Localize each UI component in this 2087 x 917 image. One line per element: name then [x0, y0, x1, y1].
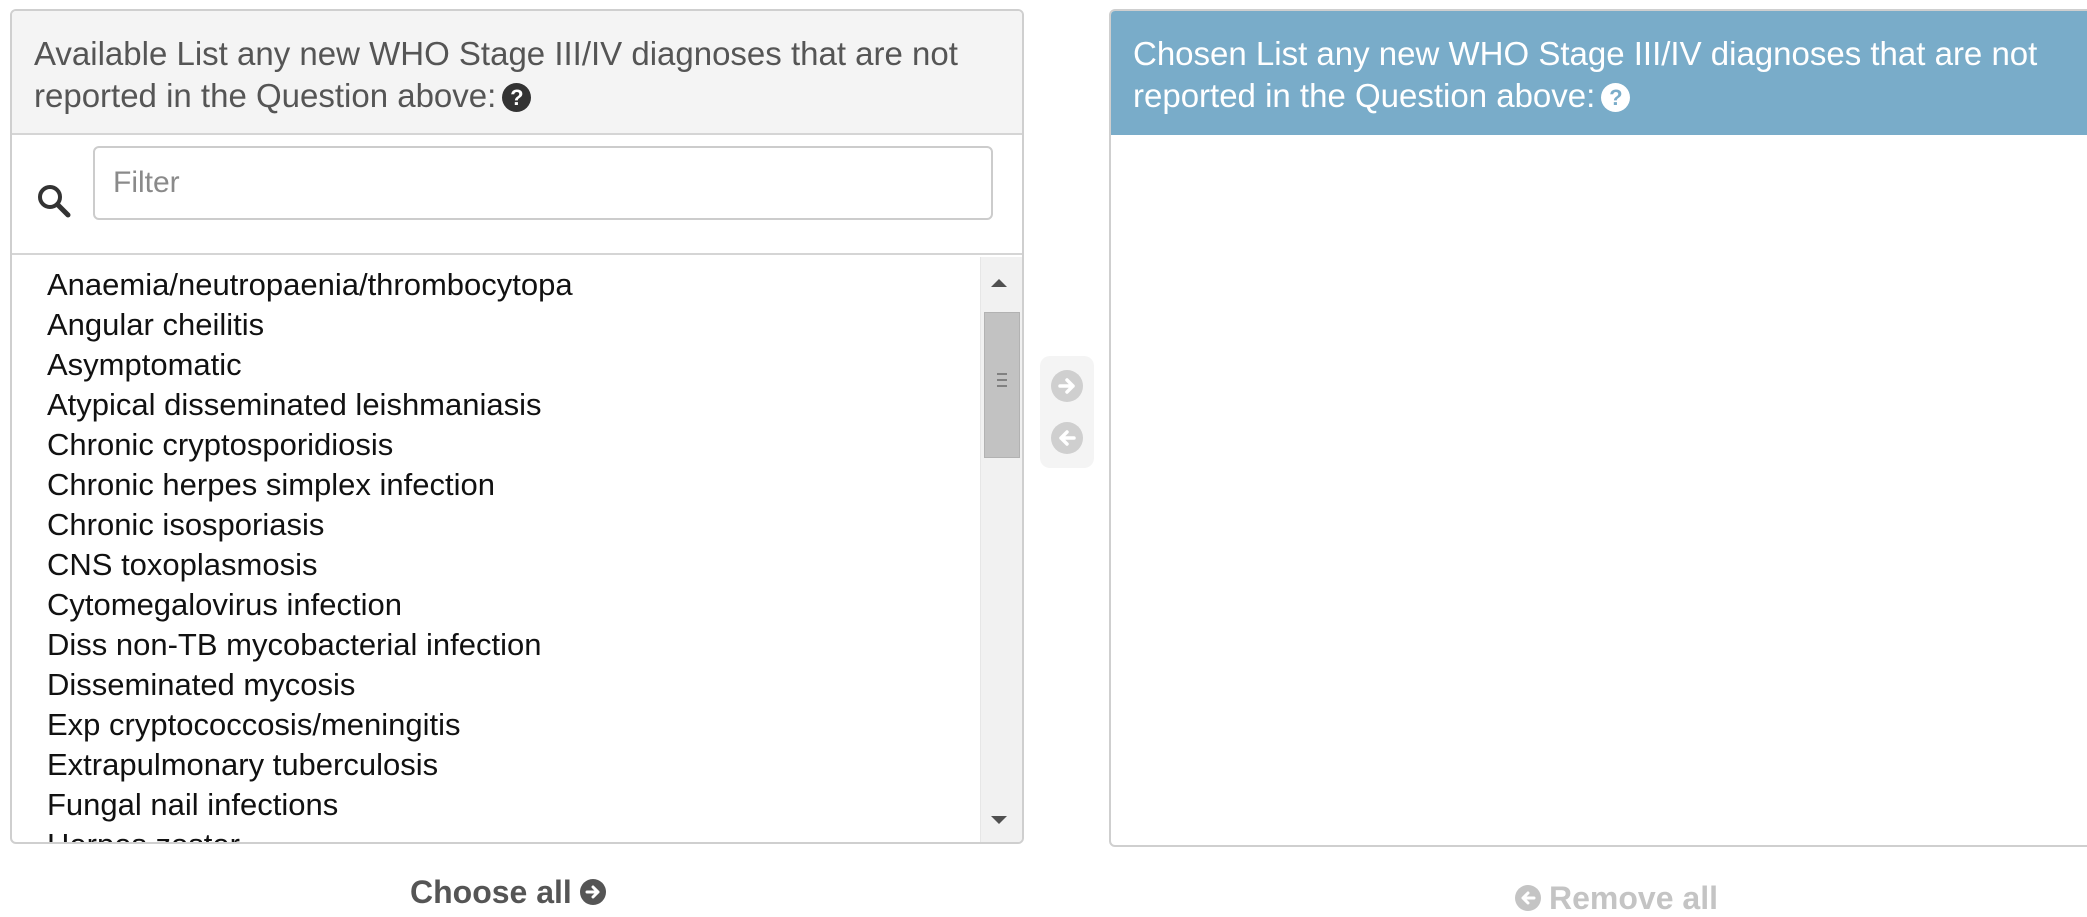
list-item[interactable]: Chronic isosporiasis — [47, 505, 980, 545]
available-scrollbar[interactable] — [980, 257, 1022, 842]
chosen-title: Chosen List any new WHO Stage III/IV dia… — [1133, 35, 2038, 114]
list-item[interactable]: Herpes zoster — [47, 825, 980, 842]
question-circle-icon[interactable]: ? — [1601, 83, 1631, 112]
available-panel: Available List any new WHO Stage III/IV … — [10, 9, 1024, 844]
scroll-up-arrow-icon[interactable] — [991, 279, 1007, 287]
arrow-left-icon — [1059, 430, 1076, 446]
list-item[interactable]: Atypical disseminated leishmaniasis — [47, 385, 980, 425]
choose-all-button[interactable]: Choose all — [410, 874, 606, 911]
choose-all-label: Choose all — [410, 874, 572, 910]
list-item[interactable]: Chronic cryptosporidiosis — [47, 425, 980, 465]
chosen-options-list[interactable] — [1111, 135, 2087, 845]
grip-icon — [997, 373, 1007, 387]
arrow-right-icon — [1058, 378, 1075, 394]
chosen-panel: Chosen List any new WHO Stage III/IV dia… — [1109, 9, 2087, 847]
add-selected-button[interactable] — [1051, 370, 1083, 402]
list-item[interactable]: Extrapulmonary tuberculosis — [47, 745, 980, 785]
list-item[interactable]: Fungal nail infections — [47, 785, 980, 825]
chosen-header: Chosen List any new WHO Stage III/IV dia… — [1111, 11, 2087, 135]
remove-all-label: Remove all — [1549, 880, 1718, 916]
available-options-list[interactable]: Anaemia/neutropaenia/thrombocytopa Angula… — [12, 257, 980, 842]
list-item[interactable]: Cytomegalovirus infection — [47, 585, 980, 625]
available-header: Available List any new WHO Stage III/IV … — [12, 11, 1022, 135]
remove-all-button[interactable]: Remove all — [1515, 880, 1718, 917]
list-item[interactable]: Asymptomatic — [47, 345, 980, 385]
search-icon — [38, 185, 71, 218]
list-item[interactable]: Anaemia/neutropaenia/thrombocytopa — [47, 265, 980, 305]
selector-widget: Available List any new WHO Stage III/IV … — [0, 0, 2087, 917]
circle-arrow-left-icon — [1515, 885, 1541, 911]
available-title: Available List any new WHO Stage III/IV … — [34, 35, 958, 114]
remove-selected-button[interactable] — [1051, 422, 1083, 454]
list-item[interactable]: Chronic herpes simplex infection — [47, 465, 980, 505]
scroll-down-arrow-icon[interactable] — [991, 816, 1007, 824]
filter-input[interactable] — [93, 146, 993, 220]
list-item[interactable]: Diss non-TB mycobacterial infection — [47, 625, 980, 665]
circle-arrow-right-icon — [579, 879, 606, 905]
list-item[interactable]: Exp cryptococcosis/meningitis — [47, 705, 980, 745]
list-item[interactable]: Angular cheilitis — [47, 305, 980, 345]
list-item[interactable]: CNS toxoplasmosis — [47, 545, 980, 585]
transfer-controls — [1040, 356, 1094, 468]
list-item[interactable]: Disseminated mycosis — [47, 665, 980, 705]
scroll-thumb[interactable] — [984, 312, 1020, 458]
question-circle-icon[interactable]: ? — [502, 83, 532, 112]
